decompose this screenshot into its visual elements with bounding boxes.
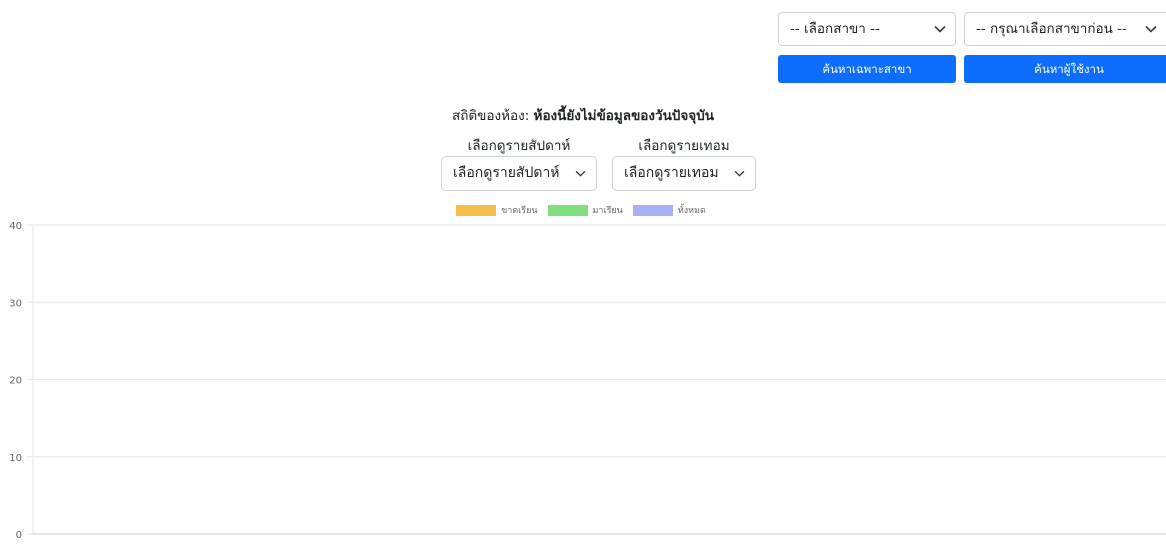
branch-select[interactable]: -- เลือกสาขา --	[778, 12, 956, 46]
y-tick-label: 30	[9, 298, 22, 309]
chevron-down-icon	[934, 13, 946, 45]
weekly-filter-select[interactable]: เลือกดูรายสัปดาห์	[441, 156, 597, 191]
legend-item[interactable]: ขาดเรียน	[456, 203, 538, 217]
term-filter-label: เลือกดูรายเทอม	[638, 138, 730, 154]
chevron-down-icon	[1145, 13, 1157, 45]
branch-select-value: -- เลือกสาขา --	[790, 21, 880, 37]
user-select[interactable]: -- กรุณาเลือกสาขาก่อน --	[964, 12, 1166, 46]
term-filter-value: เลือกดูรายเทอม	[624, 165, 719, 181]
search-branch-button[interactable]: ค้นหาเฉพาะสาขา	[778, 55, 956, 83]
legend-label: มาเรียน	[592, 206, 623, 216]
chevron-down-icon	[734, 157, 745, 190]
user-select-value: -- กรุณาเลือกสาขาก่อน --	[976, 21, 1127, 37]
weekly-filter-label: เลือกดูรายสัปดาห์	[467, 138, 571, 154]
term-filter-select[interactable]: เลือกดูรายเทอม	[612, 156, 756, 191]
legend-item[interactable]: มาเรียน	[547, 203, 623, 217]
y-tick-label: 10	[9, 453, 22, 464]
room-stats-value: ห้องนี้ยังไม่ข้อมูลของวันปัจจุบัน	[533, 108, 714, 124]
y-tick-label: 0	[16, 530, 22, 541]
legend-item[interactable]: ทั้งหมด	[632, 203, 706, 217]
y-tick-label: 40	[9, 221, 22, 232]
legend-swatch	[632, 204, 673, 216]
attendance-chart: 0 10 20 30 40	[9, 221, 1166, 541]
legend-swatch	[547, 204, 588, 216]
legend-swatch	[456, 204, 497, 216]
room-stats-label: สถิติของห้อง:	[451, 108, 530, 124]
search-user-button[interactable]: ค้นหาผู้ใช้งาน	[964, 55, 1166, 83]
room-stats-heading: สถิติของห้อง: ห้องนี้ยังไม่ข้อมูลของวันป…	[0, 104, 1166, 126]
legend-label: ขาดเรียน	[501, 206, 538, 216]
chart-legend: ขาดเรียน มาเรียน ทั้งหมด	[0, 203, 1166, 217]
y-tick-label: 20	[9, 376, 22, 387]
legend-label: ทั้งหมด	[677, 206, 706, 216]
weekly-filter-value: เลือกดูรายสัปดาห์	[453, 165, 560, 181]
page: -- เลือกสาขา -- -- กรุณาเลือกสาขาก่อน --…	[0, 0, 1166, 548]
chevron-down-icon	[575, 157, 586, 190]
